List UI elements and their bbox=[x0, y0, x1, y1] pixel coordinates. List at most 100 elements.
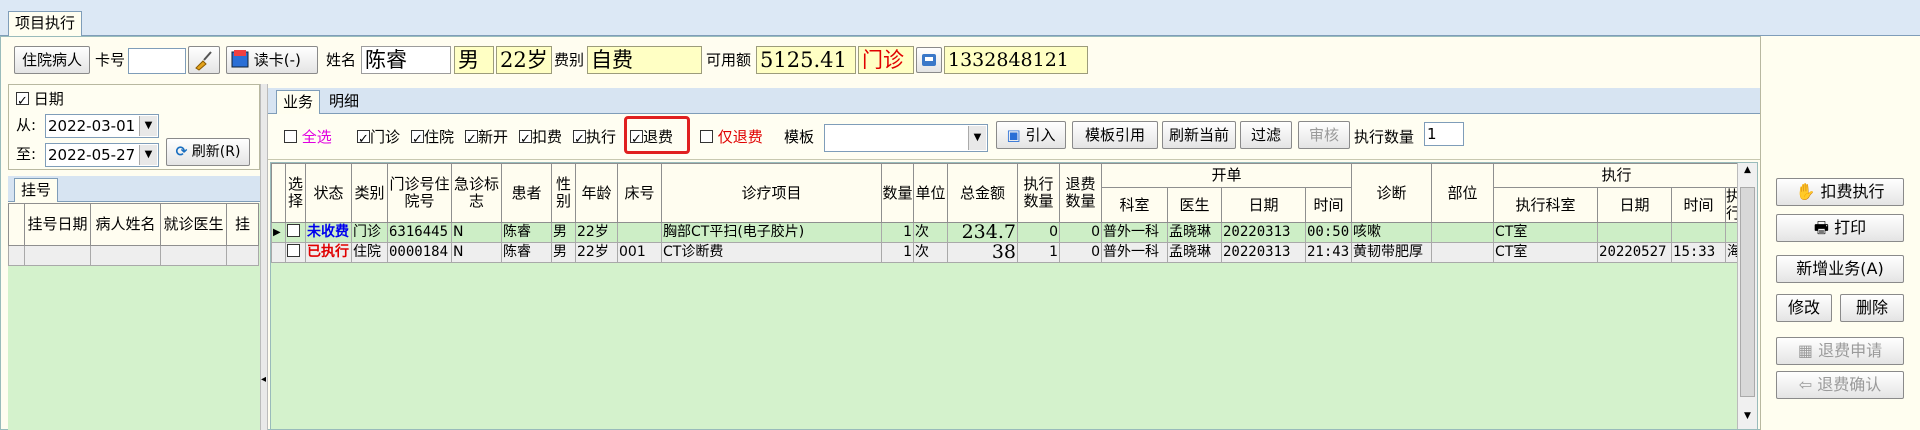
only-refund-checkbox[interactable]: 仅退费 bbox=[700, 124, 763, 150]
chevron-down-icon[interactable]: ▼ bbox=[968, 126, 986, 150]
new-open-checkbox[interactable]: 新开 bbox=[465, 124, 509, 153]
col-sex[interactable]: 性别 bbox=[551, 163, 576, 223]
new-open-box[interactable] bbox=[465, 127, 478, 153]
refund-apply-label: 退费申请 bbox=[1818, 341, 1883, 360]
col-status[interactable]: 状态 bbox=[305, 163, 352, 223]
col-patient-name[interactable]: 病人姓名 bbox=[90, 203, 161, 246]
select-all-box[interactable] bbox=[284, 130, 297, 143]
refund-checkbox[interactable]: 退费 bbox=[630, 124, 673, 153]
col-emergency[interactable]: 急诊标志 bbox=[451, 163, 502, 223]
table-row[interactable]: 已执行 住院 0000184 N 陈睿 男 22岁 001 CT诊断费 1 次 … bbox=[271, 242, 1741, 263]
col-register-extra[interactable]: 挂 bbox=[226, 203, 259, 246]
col-exec-time[interactable]: 时间 bbox=[1671, 187, 1727, 223]
cell-diagnosis: 咳嗽 bbox=[1351, 222, 1433, 243]
cell-age: 22岁 bbox=[575, 242, 618, 263]
col-bed[interactable]: 床号 bbox=[617, 163, 662, 223]
read-card-button[interactable]: 读卡(-) bbox=[226, 46, 318, 74]
scrollbar-thumb[interactable] bbox=[1740, 187, 1755, 397]
delete-button[interactable]: 删除 bbox=[1840, 294, 1904, 322]
cell-total: 234.7 bbox=[947, 222, 1018, 243]
col-select[interactable]: 选择 bbox=[285, 163, 306, 223]
inpatient-box[interactable] bbox=[411, 127, 424, 153]
exec-qty-input[interactable]: 1 bbox=[1424, 122, 1464, 146]
outpatient-checkbox[interactable]: 门诊 bbox=[357, 124, 400, 153]
tab-item-execution[interactable]: 项目执行 bbox=[8, 11, 82, 36]
col-total[interactable]: 总金额 bbox=[947, 163, 1018, 223]
deduct-exec-button[interactable]: ✋ 扣费执行 bbox=[1776, 178, 1904, 206]
template-select[interactable]: ▼ bbox=[824, 124, 988, 152]
row-pointer-icon: ▶ bbox=[271, 222, 286, 243]
template-ref-button[interactable]: 模板引用 bbox=[1072, 121, 1158, 149]
col-exec-dept[interactable]: 执行科室 bbox=[1493, 187, 1599, 223]
col-doctor[interactable]: 医生 bbox=[1167, 187, 1222, 223]
outpatient-box[interactable] bbox=[357, 127, 370, 153]
date-checkbox[interactable]: 日期 bbox=[16, 86, 64, 115]
col-qty[interactable]: 数量 bbox=[881, 163, 914, 223]
to-date-select[interactable]: 2022-05-27 ▼ bbox=[45, 143, 159, 167]
cell-no: 6316445 bbox=[387, 222, 452, 243]
col-unit[interactable]: 单位 bbox=[913, 163, 948, 223]
col-item[interactable]: 诊疗项目 bbox=[661, 163, 882, 223]
col-site[interactable]: 部位 bbox=[1431, 163, 1495, 223]
col-group-order: 开单 bbox=[1100, 163, 1353, 188]
name-label: 姓名 bbox=[326, 51, 357, 69]
clear-button[interactable] bbox=[188, 46, 220, 74]
cell-exec-date: 20220527 bbox=[1597, 242, 1673, 263]
col-age[interactable]: 年龄 bbox=[575, 163, 618, 223]
chevron-left-icon[interactable]: ◂ bbox=[261, 370, 267, 390]
col-time[interactable]: 时间 bbox=[1304, 187, 1353, 223]
tab-detail[interactable]: 明细 bbox=[322, 90, 366, 114]
import-button[interactable]: ▣ 引入 bbox=[996, 121, 1066, 149]
from-date-select[interactable]: 2022-03-01 ▼ bbox=[45, 114, 159, 138]
register-grid: 挂号日期 病人姓名 就诊医生 挂 bbox=[8, 203, 260, 430]
refresh-current-button[interactable]: 刷新当前 bbox=[1162, 121, 1236, 149]
inpatient-button[interactable]: 住院病人 bbox=[14, 46, 90, 74]
col-diagnosis[interactable]: 诊断 bbox=[1351, 163, 1433, 223]
col-register-date[interactable]: 挂号日期 bbox=[24, 203, 91, 246]
col-exec-qty[interactable]: 执行数量 bbox=[1017, 163, 1060, 223]
refund-box[interactable] bbox=[630, 127, 643, 153]
top-tab-bar bbox=[0, 0, 1920, 36]
select-all-checkbox[interactable]: 全选 bbox=[284, 124, 332, 150]
inpatient-checkbox[interactable]: 住院 bbox=[411, 124, 454, 153]
cell-category: 住院 bbox=[351, 242, 388, 263]
col-patient[interactable]: 患者 bbox=[501, 163, 552, 223]
row-select-checkbox[interactable] bbox=[285, 222, 306, 243]
col-doctor[interactable]: 就诊医生 bbox=[160, 203, 227, 246]
to-date-value: 2022-05-27 bbox=[48, 146, 136, 164]
filter-button[interactable]: 过滤 bbox=[1240, 121, 1292, 149]
new-open-label: 新开 bbox=[478, 128, 509, 146]
col-outpatient-no[interactable]: 门诊号住院号 bbox=[387, 163, 452, 223]
col-date[interactable]: 日期 bbox=[1221, 187, 1306, 223]
tab-business[interactable]: 业务 bbox=[276, 90, 320, 114]
import-label: 引入 bbox=[1025, 126, 1056, 144]
refresh-button[interactable]: ⟳ 刷新(R) bbox=[166, 138, 250, 166]
col-category[interactable]: 类别 bbox=[351, 163, 388, 223]
card-input[interactable] bbox=[128, 48, 186, 74]
row-select-checkbox[interactable] bbox=[285, 242, 306, 263]
table-row[interactable]: ▶ 未收费 门诊 6316445 N 陈睿 男 22岁 胸部CT平扫(电子胶片)… bbox=[271, 222, 1741, 243]
chevron-down-icon[interactable]: ▼ bbox=[1740, 411, 1755, 427]
execute-box[interactable] bbox=[573, 127, 586, 153]
modify-button[interactable]: 修改 bbox=[1776, 294, 1832, 322]
phone-button[interactable] bbox=[916, 47, 942, 73]
deduct-box[interactable] bbox=[519, 127, 532, 153]
new-business-button[interactable]: 新增业务(A) bbox=[1776, 255, 1904, 283]
vertical-scrollbar[interactable]: ▲ ▼ bbox=[1737, 163, 1757, 429]
only-refund-box[interactable] bbox=[700, 130, 713, 143]
print-button[interactable]: 🖶 打印 bbox=[1776, 214, 1904, 242]
execute-checkbox[interactable]: 执行 bbox=[573, 124, 616, 153]
chevron-up-icon[interactable]: ▲ bbox=[1740, 165, 1755, 181]
col-dept[interactable]: 科室 bbox=[1101, 187, 1168, 223]
tab-register[interactable]: 挂号 bbox=[14, 178, 58, 202]
deduct-checkbox[interactable]: 扣费 bbox=[519, 124, 562, 153]
date-checkbox-label: 日期 bbox=[33, 90, 64, 108]
col-exec-date[interactable]: 日期 bbox=[1597, 187, 1673, 223]
main-tab-bar bbox=[268, 88, 1760, 114]
chevron-down-icon[interactable]: ▼ bbox=[139, 145, 157, 165]
cell-bed: 001 bbox=[617, 242, 662, 263]
date-checkbox-box[interactable] bbox=[16, 89, 29, 115]
col-refund-qty[interactable]: 退费数量 bbox=[1059, 163, 1102, 223]
chevron-down-icon[interactable]: ▼ bbox=[139, 116, 157, 136]
refund-apply-button: ▦ 退费申请 bbox=[1776, 337, 1904, 365]
